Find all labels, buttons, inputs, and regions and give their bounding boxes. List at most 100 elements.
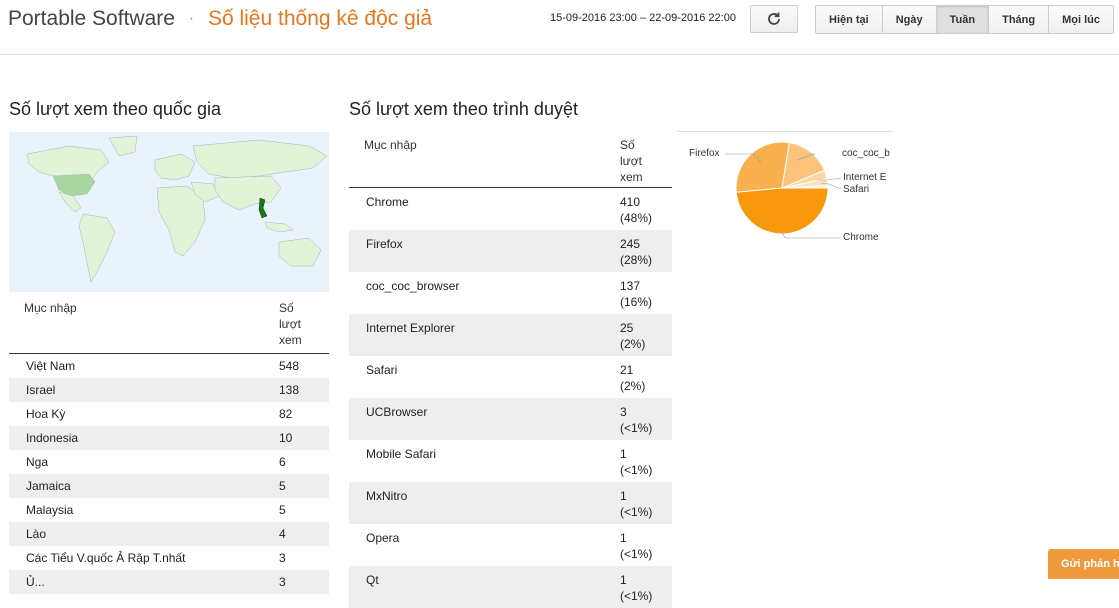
browser-percent: (28%) (620, 253, 653, 267)
browser-percent: (<1%) (620, 547, 653, 561)
country-views: 5 (279, 503, 286, 517)
table-row: Jamaica 5 (9, 474, 329, 498)
column-header-entry[interactable]: Mục nhập (9, 294, 279, 354)
pie-label-coccoc: coc_coc_b (842, 148, 890, 159)
country-name: Jamaica (9, 474, 279, 498)
country-views: 82 (279, 407, 293, 421)
country-views: 548 (279, 359, 300, 373)
country-heading: Số lượt xem theo quốc gia (9, 99, 221, 119)
browser-count: 1 (620, 573, 627, 587)
browser-pie-chart[interactable]: Firefox coc_coc_b Internet E Safari Chro… (677, 131, 892, 251)
table-row: Safari 21 (2%) (349, 356, 672, 398)
table-row: Indonesia 10 (9, 426, 329, 450)
pie-slice-firefox[interactable] (735, 141, 790, 193)
refresh-icon (768, 12, 780, 25)
world-map[interactable] (9, 132, 329, 292)
table-row: Israel 138 (9, 378, 329, 402)
browser-percent: (<1%) (620, 505, 653, 519)
country-name: Ủ... (9, 570, 279, 594)
browser-name: Chrome (366, 195, 409, 209)
range-now-button[interactable]: Hiện tại (816, 6, 883, 33)
browser-name: Opera (366, 531, 400, 545)
browser-percent: (2%) (620, 379, 646, 393)
views-header-line: xem (279, 333, 302, 347)
brand: Portable Software · Số liệu thống kê độc… (8, 7, 432, 31)
table-row: Việt Nam 548 (9, 354, 329, 379)
table-row: Firefox 245 (28%) (349, 230, 672, 272)
world-map-graphic (9, 132, 329, 292)
browser-count: 1 (620, 489, 627, 503)
browser-name: Safari (366, 363, 398, 377)
blog-name[interactable]: Portable Software (8, 7, 175, 30)
browser-name: Qt (349, 566, 620, 608)
page-title: Số liệu thống kê độc giả (207, 7, 433, 30)
views-header-line: xem (620, 170, 643, 184)
table-row: Chrome 410 (48%) (349, 188, 672, 231)
views-header-line: lượt (279, 317, 301, 331)
range-alltime-button[interactable]: Mọi lúc (1049, 6, 1113, 33)
browser-percent: (48%) (620, 211, 653, 225)
browser-percent: (<1%) (620, 463, 653, 477)
time-range-selector: Hiện tại Ngày Tuần Tháng Mọi lúc (815, 5, 1114, 34)
date-range: 15-09-2016 23:00 – 22-09-2016 22:00 (550, 12, 736, 24)
browser-views: 3 (<1%) (620, 398, 672, 440)
country-name: Hoa Kỳ (26, 407, 66, 421)
browser-percent: (<1%) (620, 589, 653, 603)
column-header-views[interactable]: Số lượt xem (620, 131, 672, 188)
browser-count: 1 (620, 447, 627, 461)
browser-views: 410 (48%) (620, 188, 672, 231)
browser-views: 137 (16%) (620, 272, 672, 314)
pie-label-firefox: Firefox (689, 148, 720, 159)
refresh-button[interactable] (750, 5, 798, 33)
table-row: Malaysia 5 (9, 498, 329, 522)
browser-views: 25 (2%) (620, 314, 672, 356)
browser-views: 1 (<1%) (620, 566, 672, 608)
country-views: 3 (279, 570, 329, 594)
country-views: 5 (279, 474, 329, 498)
table-row: UCBrowser 3 (<1%) (349, 398, 672, 440)
browser-count: 410 (620, 195, 641, 209)
table-header-row: Mục nhập Số lượt xem (9, 294, 329, 354)
country-views: 138 (279, 378, 329, 402)
browser-heading: Số lượt xem theo trình duyệt (349, 99, 578, 119)
browser-count: 3 (620, 405, 627, 419)
browser-views: 1 (<1%) (620, 524, 672, 566)
browser-views: 1 (<1%) (620, 440, 672, 482)
column-header-entry[interactable]: Mục nhập (349, 131, 620, 188)
views-header-line: Số (620, 138, 635, 152)
range-day-button[interactable]: Ngày (882, 6, 937, 33)
table-row: MxNitro 1 (<1%) (349, 482, 672, 524)
table-row: coc_coc_browser 137 (16%) (349, 272, 672, 314)
country-views: 3 (279, 551, 286, 565)
browser-views: 1 (<1%) (620, 482, 672, 524)
browser-percent: (16%) (620, 295, 653, 309)
table-row: Opera 1 (<1%) (349, 524, 672, 566)
browser-count: 245 (620, 237, 641, 251)
browser-name: UCBrowser (349, 398, 620, 440)
country-name: Việt Nam (26, 359, 76, 373)
table-row: Qt 1 (<1%) (349, 566, 672, 608)
top-bar: Portable Software · Số liệu thống kê độc… (0, 0, 1119, 55)
views-header-line: Số (279, 301, 294, 315)
browser-name: MxNitro (349, 482, 620, 524)
pie-label-ie: Internet E (843, 172, 887, 183)
views-header-line: lượt (620, 154, 642, 168)
browser-views: 245 (28%) (620, 230, 672, 272)
table-row: Internet Explorer 25 (2%) (349, 314, 672, 356)
column-header-views[interactable]: Số lượt xem (279, 294, 329, 354)
browser-count: 1 (620, 531, 627, 545)
range-week-button[interactable]: Tuần (936, 6, 990, 33)
browser-table: Mục nhập Số lượt xem Chrome 410 (48%) Fire… (349, 131, 672, 608)
pie-label-chrome: Chrome (843, 232, 879, 243)
country-views: 4 (279, 522, 329, 546)
range-month-button[interactable]: Tháng (989, 6, 1050, 33)
table-row: Ủ... 3 (9, 570, 329, 594)
pie-slice-chrome[interactable] (735, 187, 829, 235)
browser-count: 25 (620, 321, 634, 335)
feedback-button[interactable]: Gửi phản hồi (1048, 549, 1119, 579)
browser-count: 21 (620, 363, 634, 377)
country-views: 10 (279, 426, 329, 450)
pie-label-safari: Safari (843, 184, 870, 195)
browser-percent: (<1%) (620, 421, 653, 435)
country-name: Lào (9, 522, 279, 546)
